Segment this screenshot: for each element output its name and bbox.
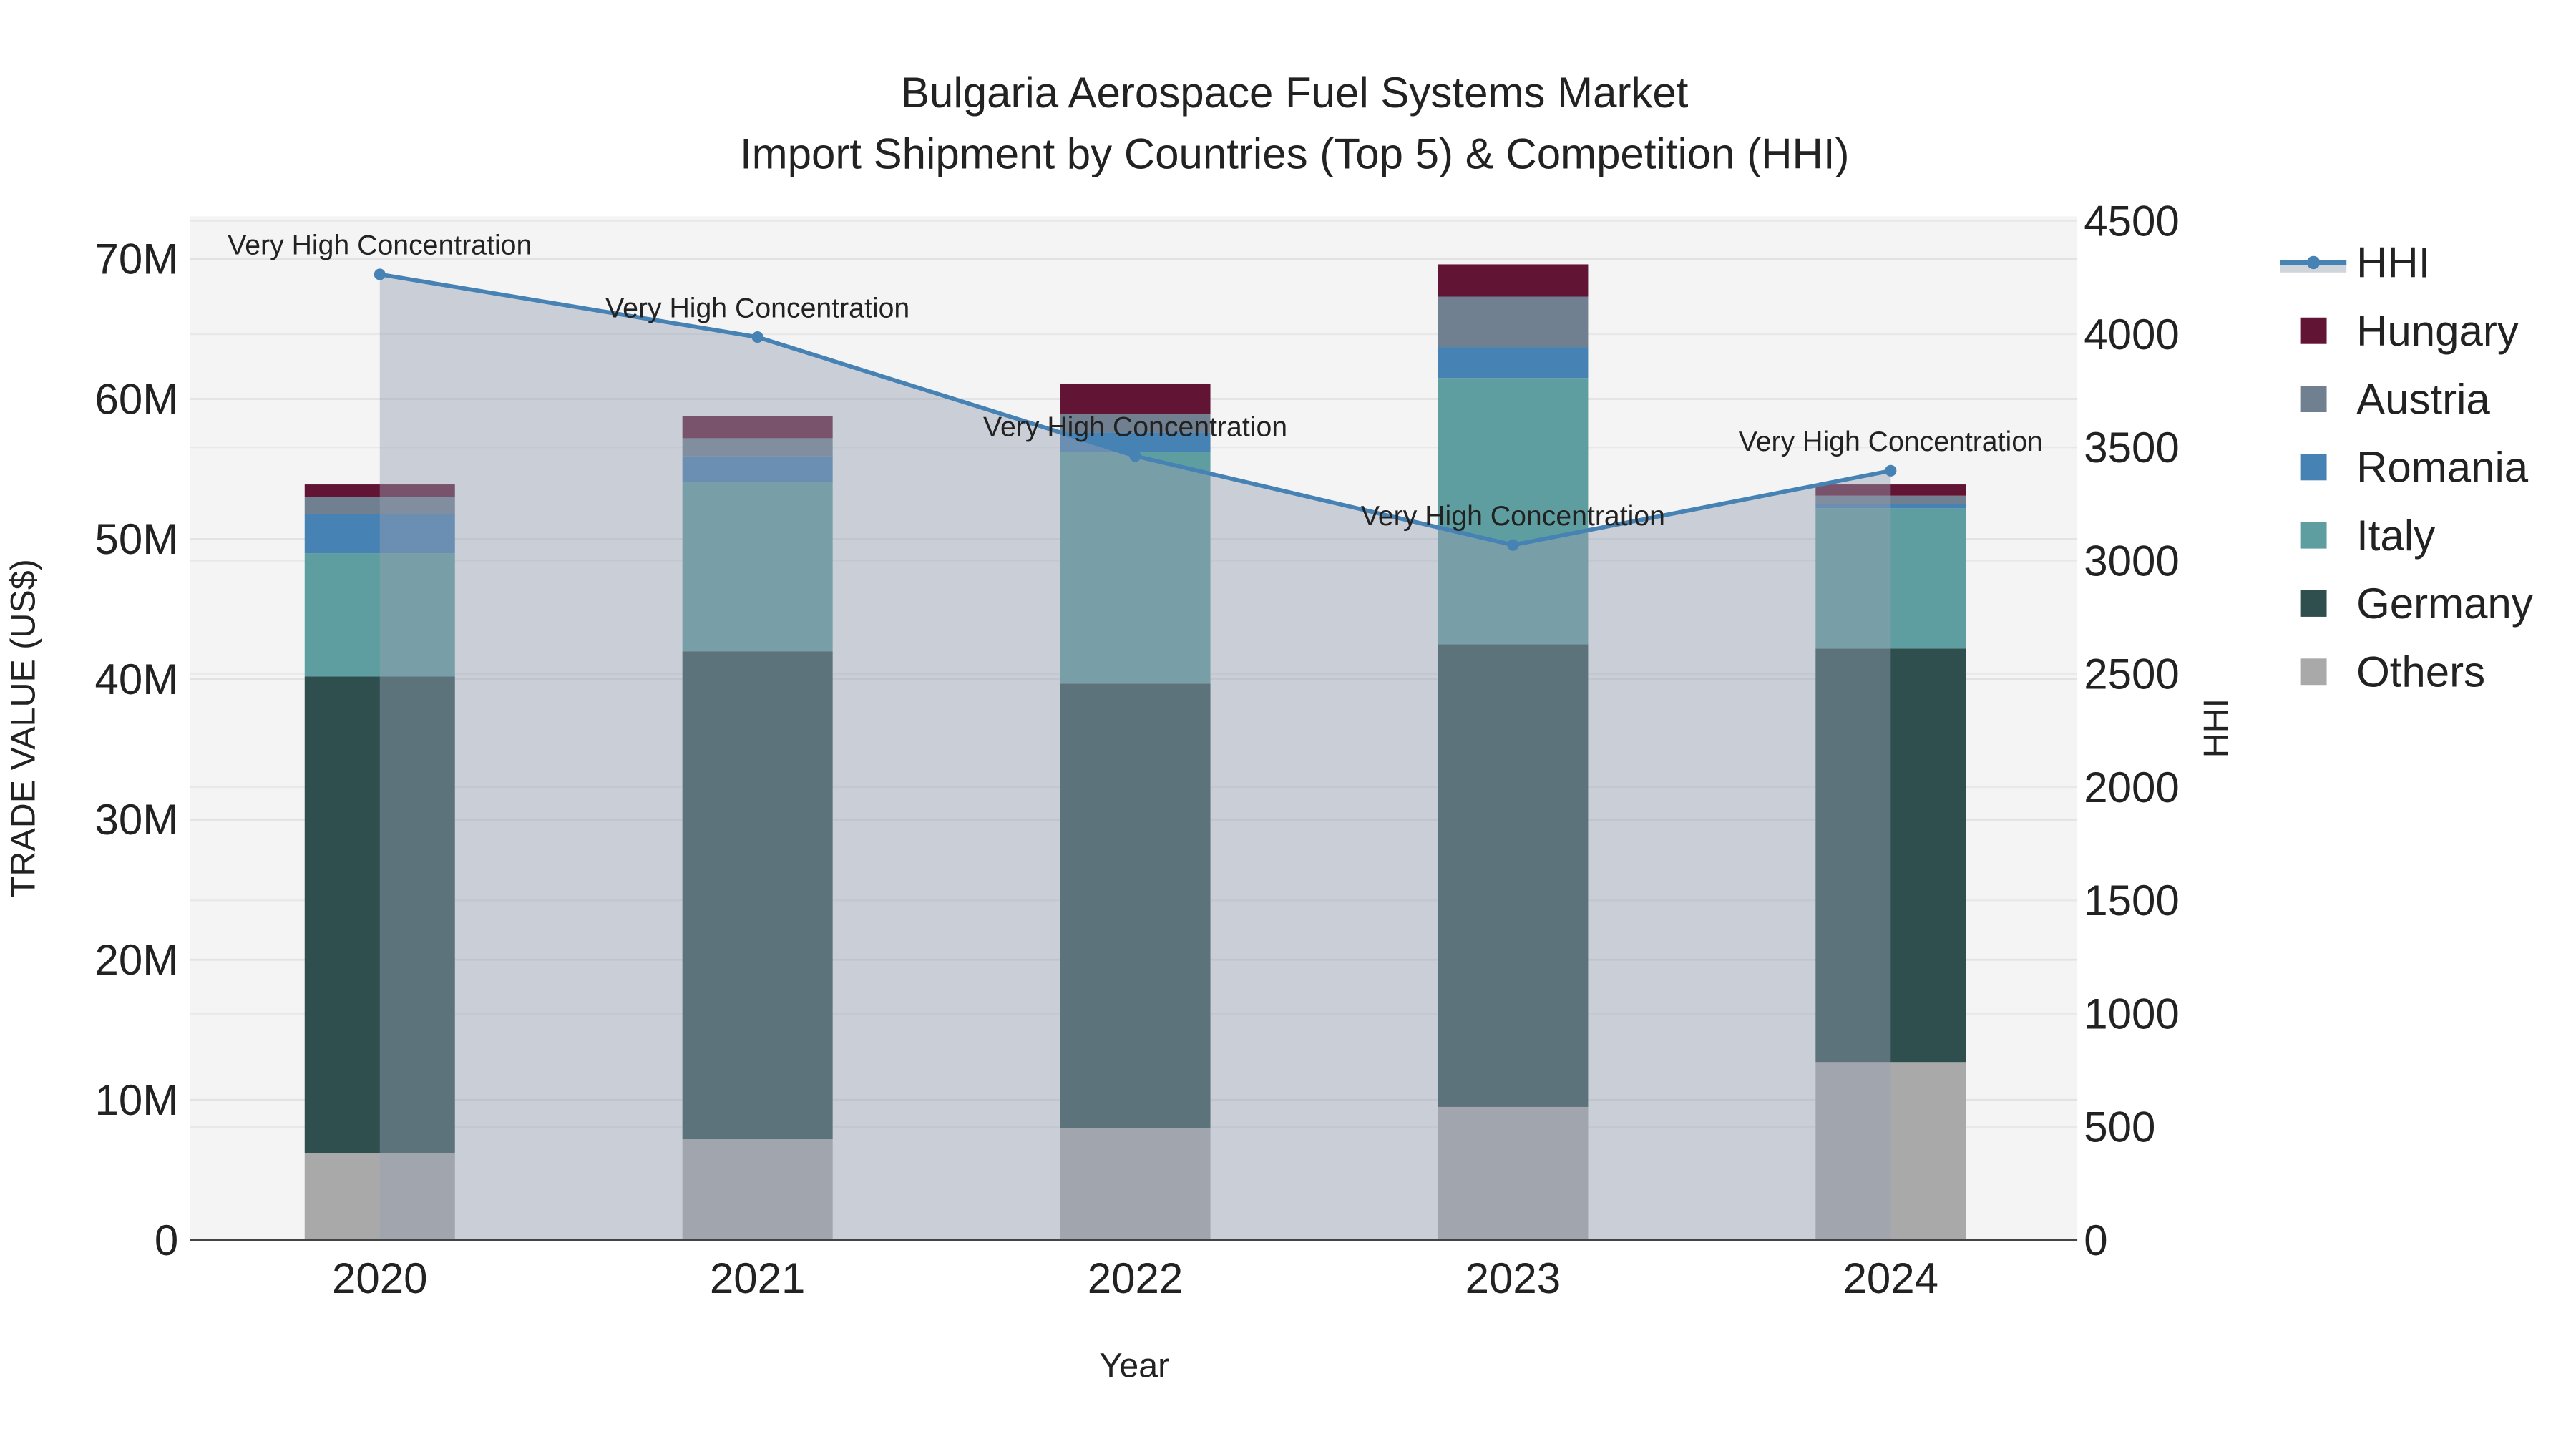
legend-label-hhi: HHI — [2356, 239, 2430, 287]
hhi-annotation: Very High Concentration — [1361, 500, 1665, 532]
x-axis-ticks: 2020 2021 2022 2023 2024 — [332, 1254, 1938, 1302]
chart-title: Bulgaria Aerospace Fuel Systems Market — [901, 69, 1689, 117]
legend-swatch-italy — [2300, 522, 2327, 549]
x-axis-title: Year — [1099, 1347, 1169, 1385]
y2-tick-label: 2500 — [2084, 650, 2179, 698]
y-tick-label: 20M — [95, 936, 179, 984]
bar-romania-2023 — [1438, 347, 1589, 379]
bar-hungary-2023 — [1438, 264, 1589, 297]
y2-tick-label: 4000 — [2084, 311, 2179, 358]
hhi-point-2020 — [374, 268, 386, 280]
y-tick-label: 0 — [155, 1216, 178, 1264]
y2-tick-label: 3500 — [2084, 424, 2179, 472]
legend-label-romania: Romania — [2356, 444, 2529, 492]
x-tick-label: 2022 — [1088, 1254, 1183, 1302]
hhi-point-2024 — [1885, 464, 1897, 477]
chart-subtitle: Import Shipment by Countries (Top 5) & C… — [740, 130, 1850, 177]
y-tick-label: 10M — [95, 1076, 179, 1124]
y-axis-ticks: 0 10M 20M 30M 40M 50M 60M 70M — [95, 235, 179, 1264]
hhi-annotation: Very High Concentration — [228, 230, 532, 261]
y-tick-label: 50M — [95, 515, 179, 563]
legend-label-germany: Germany — [2356, 580, 2533, 628]
y2-tick-label: 500 — [2084, 1103, 2155, 1151]
x-tick-label: 2021 — [710, 1254, 805, 1302]
bar-hungary-2022 — [1060, 383, 1211, 415]
legend-label-hungary: Hungary — [2356, 307, 2519, 355]
hhi-annotation: Very High Concentration — [1739, 426, 2043, 457]
hhi-annotation: Very High Concentration — [983, 411, 1287, 443]
hhi-point-2022 — [1129, 450, 1141, 462]
legend-swatch-hhi-marker — [2306, 255, 2321, 270]
y2-tick-label: 3000 — [2084, 537, 2179, 585]
y-tick-label: 70M — [95, 235, 179, 283]
hhi-point-2023 — [1507, 539, 1519, 551]
y-tick-label: 60M — [95, 375, 179, 423]
y2-tick-label: 1000 — [2084, 990, 2179, 1038]
y2-tick-label: 2000 — [2084, 763, 2179, 811]
y2-axis-ticks: 0 500 1000 1500 2000 2500 3000 3500 4000 4500 — [2084, 197, 2179, 1264]
y-axis-title: TRADE VALUE (US$) — [4, 559, 42, 897]
legend-label-italy: Italy — [2356, 512, 2435, 560]
y-tick-label: 30M — [95, 796, 179, 844]
bar-austria-2023 — [1438, 296, 1589, 348]
chart: 0 10M 20M 30M 40M 50M 60M 70M 0 500 1000 1500 2000 2… — [4, 69, 2533, 1385]
y2-axis-title: HHI — [2197, 698, 2235, 758]
legend: HHI Hungary Austria Romania Italy Germany Othe… — [2280, 239, 2533, 696]
y-tick-label: 40M — [95, 655, 179, 703]
legend-swatch-hungary — [2300, 317, 2327, 344]
hhi-point-2021 — [751, 331, 763, 343]
legend-label-austria: Austria — [2356, 375, 2490, 423]
legend-swatch-romania — [2300, 454, 2327, 481]
y2-tick-label: 0 — [2084, 1216, 2107, 1264]
x-tick-label: 2024 — [1843, 1254, 1938, 1302]
y2-tick-label: 1500 — [2084, 877, 2179, 924]
legend-swatch-germany — [2300, 590, 2327, 617]
legend-label-others: Others — [2356, 648, 2485, 696]
y2-tick-label: 4500 — [2084, 197, 2179, 245]
legend-swatch-austria — [2300, 386, 2327, 412]
x-tick-label: 2020 — [332, 1254, 427, 1302]
hhi-annotation: Very High Concentration — [605, 292, 909, 323]
legend-swatch-others — [2300, 658, 2327, 686]
x-tick-label: 2023 — [1465, 1254, 1561, 1302]
